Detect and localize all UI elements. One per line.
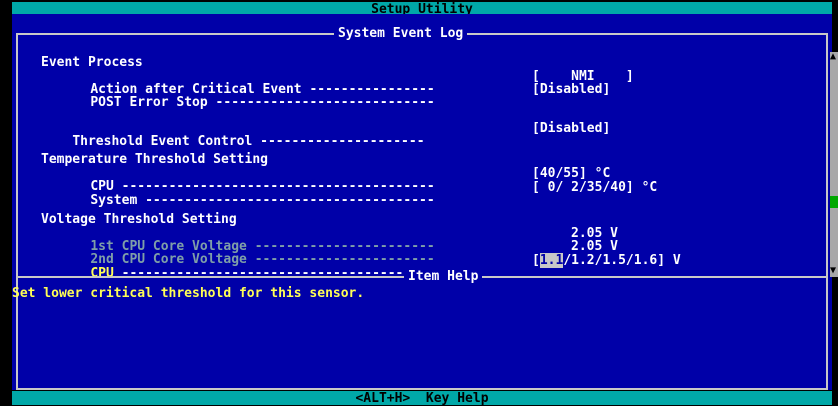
setup-panel: System Event Log Event Process Action af… <box>12 14 838 390</box>
scroll-up-arrow-icon[interactable]: ▲ <box>830 52 838 62</box>
scrollbar[interactable] <box>830 52 838 277</box>
post-error-stop-row[interactable]: POST Error Stop ------------------------… <box>59 83 435 122</box>
row-label: System <box>90 193 138 208</box>
item-help-text: Set lower critical threshold for this se… <box>12 286 365 301</box>
selected-field[interactable]: 1.1 <box>539 253 564 268</box>
row-label: POST Error Stop <box>90 95 208 110</box>
row-dashes: ------------------------------------- <box>145 193 435 208</box>
voltage-cpu-value[interactable]: [1.1/1.2/1.5/1.6] V <box>532 253 681 268</box>
row-dashes: ---------------------------- <box>215 95 435 110</box>
title-bar: Setup Utility <box>12 2 832 16</box>
scrollbar-thumb[interactable] <box>830 196 838 208</box>
row-label: Threshold Event Control <box>72 134 253 149</box>
panel-title: System Event Log <box>334 27 468 40</box>
temperature-cpu-value[interactable]: [40/55] °C <box>532 167 610 180</box>
footer-bar: <ALT+H> Key Help <box>12 391 832 405</box>
event-process-heading: Event Process <box>41 55 143 70</box>
item-help-title: Item Help <box>404 270 483 283</box>
bracket-open: [ <box>532 253 540 268</box>
scroll-down-arrow-icon[interactable]: ▼ <box>830 266 838 276</box>
temperature-system-value[interactable]: [ 0/ 2/35/40] °C <box>532 181 657 194</box>
threshold-event-control-value[interactable]: [Disabled] <box>532 122 610 135</box>
remaining-fields: /1.2/1.5/1.6] V <box>563 253 681 268</box>
row-dashes: --------------------- <box>260 134 425 149</box>
post-error-stop-value[interactable]: [Disabled] <box>532 83 610 96</box>
key-help-hint: <ALT+H> Key Help <box>355 391 489 406</box>
second-cpu-core-voltage-value: 2.05 V <box>571 239 618 254</box>
temperature-threshold-heading: Temperature Threshold Setting <box>41 152 268 167</box>
voltage-threshold-heading: Voltage Threshold Setting <box>41 212 237 227</box>
